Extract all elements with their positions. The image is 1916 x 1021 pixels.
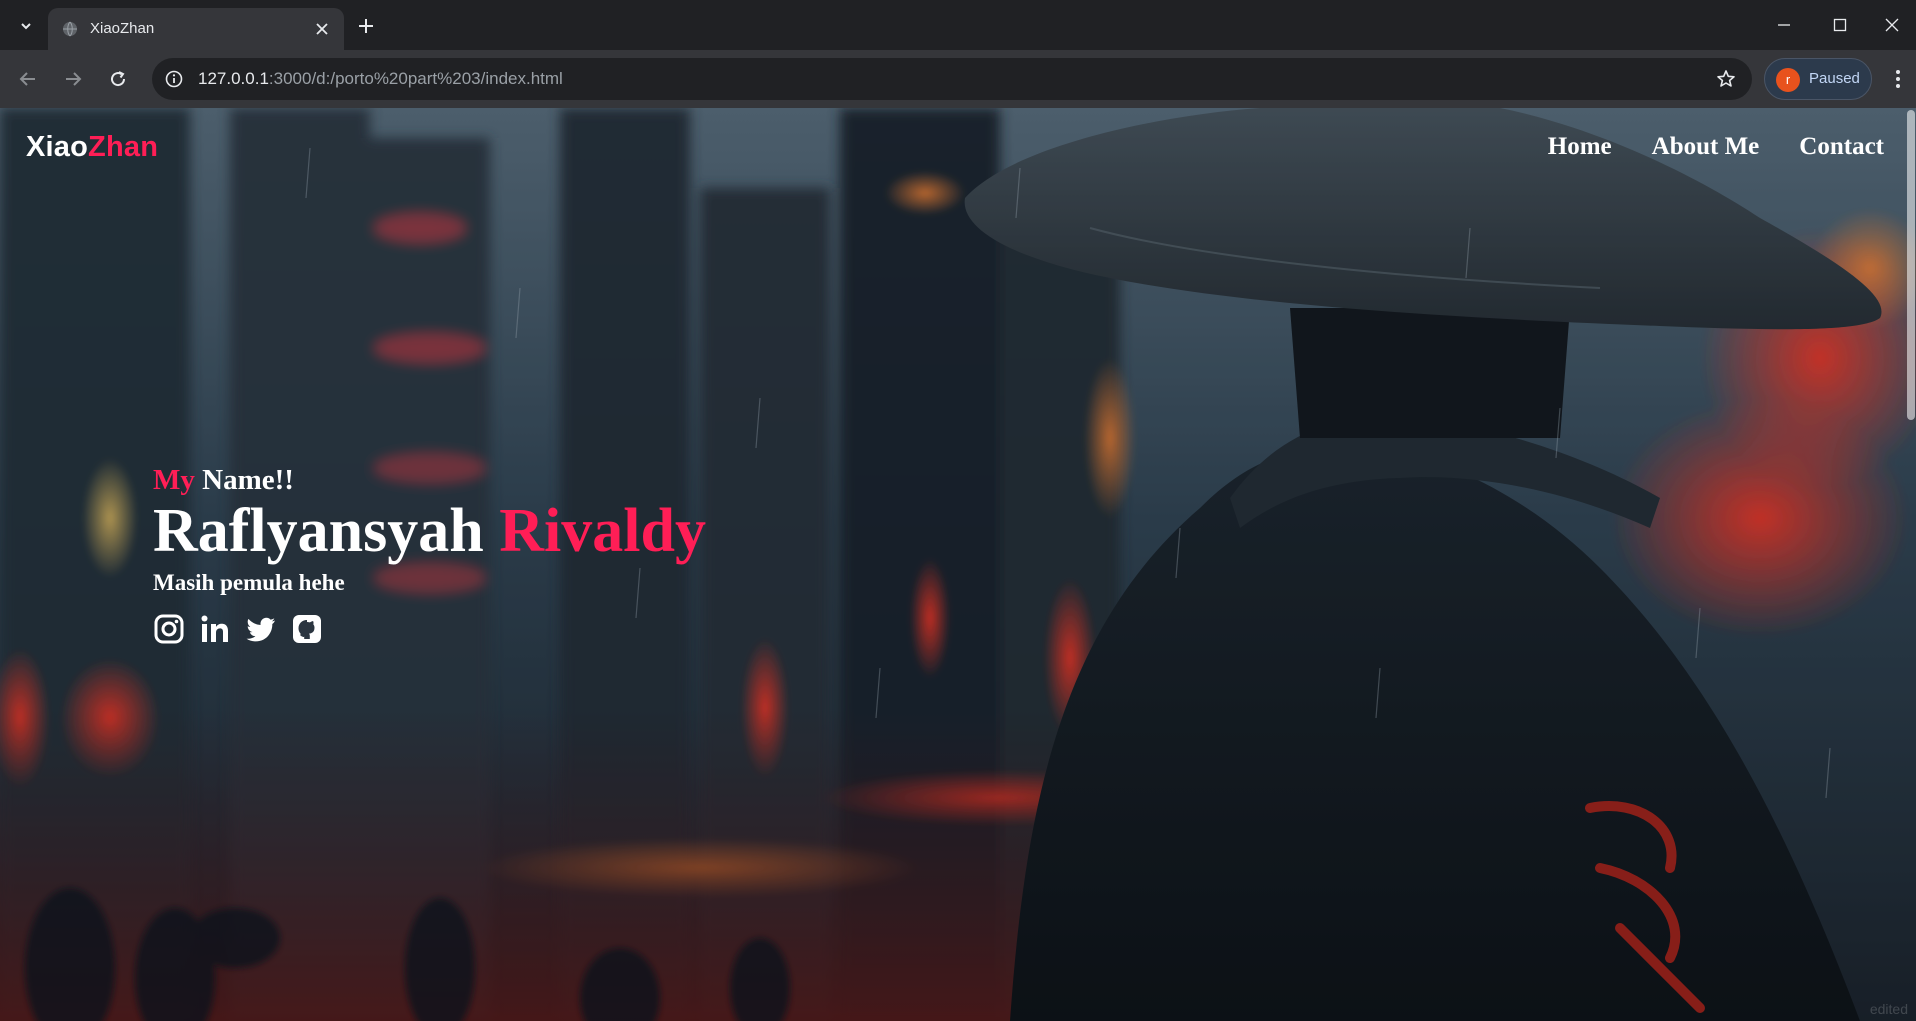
maximize-icon[interactable] xyxy=(1812,0,1868,50)
web-page: XiaoZhan Home About Me Contact My Name!!… xyxy=(0,108,1916,1021)
profile-status: Paused xyxy=(1809,70,1860,87)
first-name: Raflyansyah xyxy=(153,497,484,565)
nav-contact[interactable]: Contact xyxy=(1799,132,1884,162)
last-name: Rivaldy xyxy=(499,497,706,565)
watermark: edited xyxy=(1869,1001,1908,1017)
browser-toolbar: 127.0.0.1:3000/d:/porto%20part%203/index… xyxy=(0,50,1916,108)
tab-search-icon[interactable] xyxy=(12,12,40,40)
site-info-icon[interactable] xyxy=(162,67,186,91)
browser-window: XiaoZhan 127.0.0.1:3000/d:/porto%20part%… xyxy=(0,0,1916,1021)
page-scrollbar[interactable] xyxy=(1906,108,1916,1021)
globe-icon xyxy=(62,21,78,37)
scrollbar-thumb[interactable] xyxy=(1907,110,1915,420)
plus-icon[interactable] xyxy=(352,12,380,40)
hero-greeting: My Name!! xyxy=(153,463,706,497)
logo-main: Xiao xyxy=(26,131,89,163)
window-close-icon[interactable] xyxy=(1868,0,1916,50)
greeting-rest: Name!! xyxy=(194,464,294,496)
site-logo[interactable]: XiaoZhan xyxy=(26,130,158,164)
close-icon[interactable] xyxy=(312,19,332,39)
linkedin-icon[interactable] xyxy=(199,613,231,645)
greeting-accent: My xyxy=(153,464,195,496)
kebab-menu-icon[interactable] xyxy=(1884,62,1912,96)
tab-strip: XiaoZhan xyxy=(0,0,1916,50)
profile-button[interactable]: r Paused xyxy=(1764,58,1872,100)
hero-section: My Name!! Raflyansyah Rivaldy Masih pemu… xyxy=(153,463,706,645)
url-host: 127.0.0.1 xyxy=(198,69,269,88)
instagram-icon[interactable] xyxy=(153,613,185,645)
twitter-icon[interactable] xyxy=(245,613,277,645)
tab-title: XiaoZhan xyxy=(90,20,155,37)
bookmark-star-icon[interactable] xyxy=(1714,67,1738,91)
github-icon[interactable] xyxy=(291,613,323,645)
hero-name: Raflyansyah Rivaldy xyxy=(153,499,706,563)
active-tab[interactable]: XiaoZhan xyxy=(48,8,344,50)
avatar: r xyxy=(1776,68,1800,92)
logo-accent: Zhan xyxy=(88,131,159,163)
nav-about-me[interactable]: About Me xyxy=(1652,132,1760,162)
hero-tagline: Masih pemula hehe xyxy=(153,570,345,595)
nav-home[interactable]: Home xyxy=(1548,132,1612,162)
url-text[interactable]: 127.0.0.1:3000/d:/porto%20part%203/index… xyxy=(198,70,563,88)
social-links xyxy=(153,613,706,645)
main-nav: Home About Me Contact xyxy=(1548,132,1884,162)
reload-icon[interactable] xyxy=(101,62,135,96)
address-bar[interactable]: 127.0.0.1:3000/d:/porto%20part%203/index… xyxy=(152,58,1752,100)
minimize-icon[interactable] xyxy=(1756,0,1812,50)
url-path: :3000/d:/porto%20part%203/index.html xyxy=(268,69,563,88)
forward-arrow-icon[interactable] xyxy=(56,62,90,96)
back-arrow-icon[interactable] xyxy=(11,62,45,96)
